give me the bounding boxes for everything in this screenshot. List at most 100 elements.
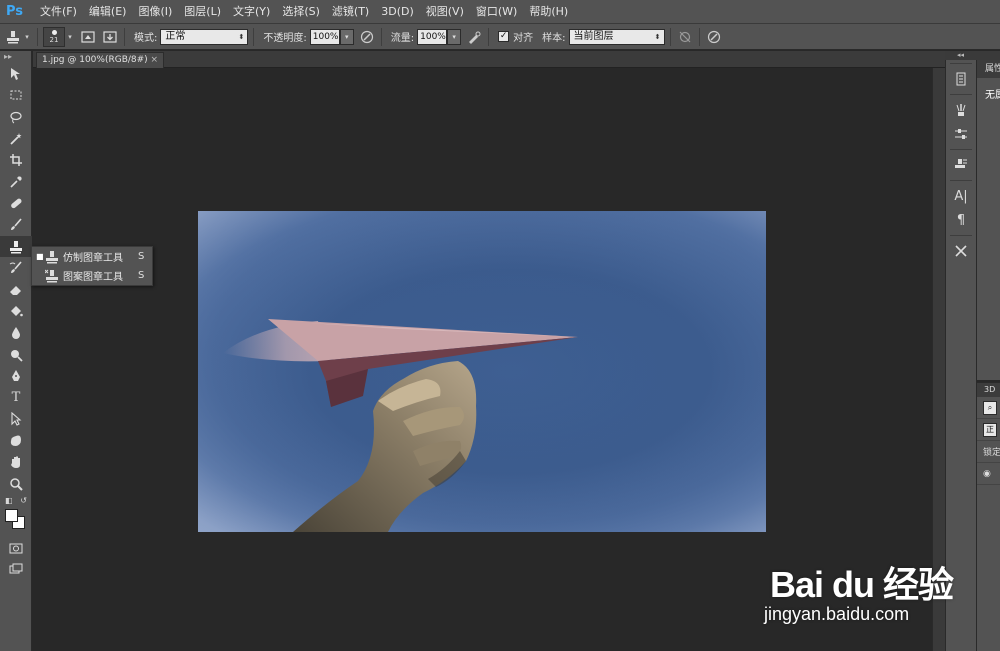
selected-bullet-icon: ■ [36,252,44,261]
paragraph-panel-icon[interactable]: ¶ [946,208,976,232]
paint-bucket-tool-icon[interactable] [0,301,32,323]
menu-image[interactable]: 图像(I) [132,0,178,24]
color-swatches [0,507,32,537]
divider [950,63,972,64]
screen-mode-icon[interactable] [0,558,32,580]
opacity-slider-toggle[interactable]: ▾ [339,28,354,45]
type-tool-icon[interactable]: T [0,387,32,409]
document-tab[interactable]: 1.jpg @ 100%(RGB/8#) × [36,52,164,68]
default-colors-icon[interactable]: ◧ [5,496,13,505]
history-brush-tool-icon[interactable] [0,257,32,279]
watermark-brand: Bai du 经验 [770,564,954,605]
lock-row: 锁定 [977,441,1000,463]
flyout-item-pattern-stamp[interactable]: 图案图章工具 S [32,266,152,285]
divider [124,27,125,46]
blend-mode-row: 正 [977,419,1000,441]
chevron-updown-icon: ⬍ [654,32,661,41]
menu-edit[interactable]: 编辑(E) [83,0,133,24]
properties-empty-text: 无属性 [985,90,1000,101]
collapse-icon[interactable]: ▸▸ [0,51,31,63]
divider [669,27,671,46]
chevron-down-icon[interactable]: ▾ [22,28,32,46]
flow-input[interactable]: 100% [417,28,448,45]
sample-select[interactable]: 当前图层 ⬍ [568,28,665,45]
blur-tool-icon[interactable] [0,322,32,344]
opacity-label: 不透明度: [263,33,307,44]
menu-select[interactable]: 选择(S) [276,0,326,24]
close-icon[interactable]: × [150,53,158,67]
clone-source-panel-icon[interactable] [101,28,119,46]
character-panel-icon[interactable]: A| [946,184,976,208]
menu-type[interactable]: 文字(Y) [227,0,276,24]
divider [950,180,972,181]
properties-tab[interactable]: 属性 [977,60,1000,78]
move-tool-icon[interactable] [0,63,32,85]
sample-label: 样本: [542,33,566,44]
tool-presets-icon[interactable] [946,239,976,263]
flow-slider-toggle[interactable]: ▾ [447,28,462,45]
search-icon[interactable]: ⌕ [983,400,997,415]
eyedropper-tool-icon[interactable] [0,171,32,193]
watermark-url: jingyan.baidu.com [764,604,910,624]
lasso-tool-icon[interactable] [0,106,32,128]
aligned-checkbox[interactable]: ✓ [498,31,510,42]
brush-settings-icon[interactable] [946,122,976,146]
menu-3d[interactable]: 3D(D) [375,0,420,24]
menu-file[interactable]: 文件(F) [34,0,83,24]
divider [950,235,972,236]
flyout-label: 图案图章工具 [63,272,123,283]
healing-brush-tool-icon[interactable] [0,193,32,215]
baidu-watermark: Bai du 经验 jingyan.baidu.com [762,548,982,638]
crop-tool-icon[interactable] [0,149,32,171]
menu-bar: Ps 文件(F) 编辑(E) 图像(I) 图层(L) 文字(Y) 选择(S) 滤… [0,0,1000,24]
eye-icon[interactable]: ◉ [983,469,991,479]
eraser-tool-icon[interactable] [0,279,32,301]
custom-shape-tool-icon[interactable] [0,430,32,452]
magic-wand-tool-icon[interactable] [0,128,32,150]
menu-window[interactable]: 窗口(W) [470,0,523,24]
dock-collapse-icon[interactable]: ◂◂ [945,51,1000,60]
menu-layer[interactable]: 图层(L) [178,0,227,24]
marquee-tool-icon[interactable] [0,85,32,107]
quick-mask-icon[interactable] [0,537,32,559]
clone-stamp-icon [44,250,60,264]
dodge-tool-icon[interactable] [0,344,32,366]
path-selection-tool-icon[interactable] [0,409,32,431]
flyout-item-clone-stamp[interactable]: ■ 仿制图章工具 S [32,247,152,266]
divider [698,27,700,46]
ignore-adjustment-layers-icon[interactable] [676,28,694,46]
chevron-down-icon[interactable]: ▾ [65,28,75,46]
brush-presets-icon[interactable] [946,98,976,122]
foreground-color-swatch[interactable] [5,508,18,522]
divider [37,27,38,46]
clone-source-icon[interactable] [946,153,976,177]
blend-mode-select[interactable]: 正 [983,422,997,437]
menu-filter[interactable]: 滤镜(T) [326,0,375,24]
menu-view[interactable]: 视图(V) [420,0,470,24]
hand-tool-icon[interactable] [0,452,32,474]
divider [950,149,972,150]
brush-tool-icon[interactable] [0,214,32,236]
history-panel-icon[interactable] [946,67,976,91]
lock-label: 锁定 [983,448,1000,458]
zoom-tool-icon[interactable] [0,473,32,495]
sample-value: 当前图层 [573,30,614,42]
flyout-shortcut: S [138,270,145,281]
opacity-input[interactable]: 100% [309,28,340,45]
3d-tab[interactable]: 3D [977,383,1000,397]
flyout-shortcut: S [138,251,145,262]
flyout-label: 仿制图章工具 [63,253,123,264]
pen-tool-icon[interactable] [0,365,32,387]
pressure-size-icon[interactable] [705,28,723,46]
document-image[interactable] [198,211,766,532]
menu-help[interactable]: 帮助(H) [523,0,574,24]
brush-preset-picker[interactable]: 21 [43,26,65,47]
mode-select[interactable]: 正常 ⬍ [160,28,249,45]
clone-stamp-preset-icon[interactable] [4,28,22,46]
pressure-opacity-icon[interactable] [358,28,376,46]
brush-panel-icon[interactable] [79,28,97,46]
clone-stamp-tool-icon[interactable] [0,235,32,258]
layer-row[interactable]: ◉ [977,463,1000,485]
swap-colors-icon[interactable]: ↺ [20,496,27,505]
airbrush-icon[interactable] [465,28,483,46]
